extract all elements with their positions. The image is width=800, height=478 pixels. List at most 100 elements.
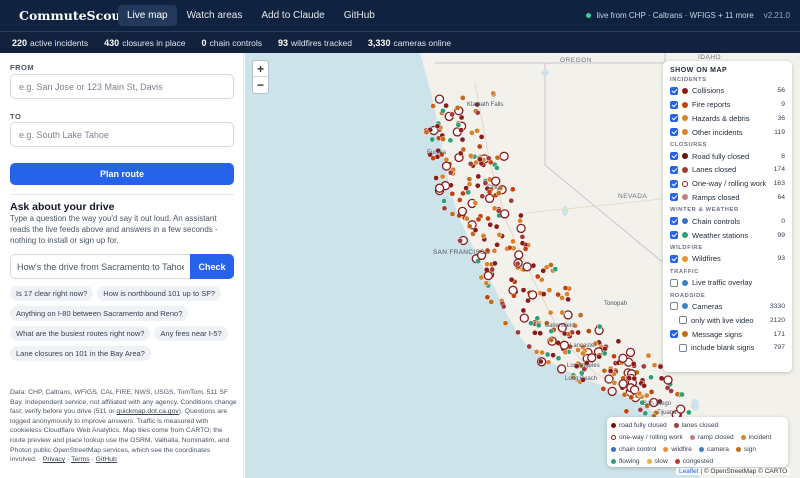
map-marker[interactable] [515, 329, 521, 336]
map-marker[interactable] [509, 186, 516, 193]
layer-checkbox[interactable] [670, 165, 678, 174]
layer-row[interactable]: only with live video 2120 [670, 313, 785, 327]
map-marker[interactable] [423, 129, 430, 136]
map-marker[interactable] [686, 409, 692, 416]
layer-row[interactable]: include blank signs 797 [670, 341, 785, 355]
layer-checkbox[interactable] [670, 179, 678, 188]
map-marker[interactable] [491, 176, 501, 186]
map-marker[interactable] [485, 215, 491, 222]
map-marker[interactable] [518, 212, 524, 219]
map-marker[interactable] [469, 129, 475, 136]
map-marker[interactable] [520, 307, 527, 314]
layer-row[interactable]: Message signs 171 [670, 327, 785, 341]
layer-checkbox[interactable] [670, 217, 678, 226]
map-marker[interactable] [668, 388, 674, 394]
layer-checkbox[interactable] [670, 128, 678, 137]
layer-checkbox[interactable] [670, 152, 678, 161]
map-marker[interactable] [520, 287, 527, 293]
layer-row[interactable]: Road fully closed 8 [670, 149, 785, 163]
map-marker[interactable] [522, 246, 529, 252]
map-marker[interactable] [440, 136, 446, 142]
map-marker[interactable] [580, 350, 586, 357]
map-marker[interactable] [434, 183, 445, 193]
layer-checkbox[interactable] [670, 231, 678, 240]
map-marker[interactable] [548, 328, 555, 335]
map-marker[interactable] [489, 266, 496, 273]
map-marker[interactable] [537, 330, 544, 337]
suggestion-chip[interactable]: Anything on I-80 between Sacramento and … [10, 306, 189, 321]
map-marker[interactable] [623, 408, 630, 415]
layer-checkbox[interactable] [670, 114, 678, 123]
plan-route-button[interactable]: Plan route [10, 163, 234, 185]
map-marker[interactable] [494, 154, 501, 161]
map-marker[interactable] [532, 329, 538, 336]
map-marker[interactable] [478, 134, 485, 140]
layer-checkbox[interactable] [679, 316, 687, 325]
layer-row[interactable]: Live traffic overlay [670, 276, 785, 290]
map-marker[interactable] [493, 223, 500, 230]
map-marker[interactable] [494, 165, 500, 171]
map-marker[interactable] [473, 159, 479, 166]
map-marker[interactable] [491, 205, 498, 212]
map-marker[interactable] [455, 122, 462, 128]
map-marker[interactable] [475, 173, 482, 180]
map-marker[interactable] [538, 276, 545, 283]
map-marker[interactable] [430, 155, 436, 162]
map-marker[interactable] [534, 315, 541, 322]
map-marker[interactable] [539, 349, 545, 356]
map-marker[interactable] [433, 175, 439, 181]
map-marker[interactable] [548, 337, 555, 343]
map-marker[interactable] [525, 297, 531, 304]
layer-row[interactable]: Ramps closed 64 [670, 191, 785, 205]
map-marker[interactable] [562, 349, 569, 356]
nav-github[interactable]: GitHub [335, 5, 384, 26]
map-marker[interactable] [607, 368, 614, 374]
map-marker[interactable] [611, 380, 618, 386]
check-button[interactable]: Check [190, 254, 234, 279]
map-marker[interactable] [508, 197, 515, 204]
map-marker[interactable] [460, 190, 466, 197]
map-marker[interactable] [556, 364, 567, 374]
map-marker[interactable] [615, 338, 622, 345]
map-marker[interactable] [587, 353, 597, 363]
map-marker[interactable] [457, 237, 463, 244]
map-marker[interactable] [464, 215, 470, 222]
map-marker[interactable] [499, 151, 509, 161]
map-marker[interactable] [640, 363, 647, 370]
map-marker[interactable] [441, 205, 448, 212]
map-marker[interactable] [648, 389, 655, 395]
layer-row[interactable]: Chain controls 0 [670, 214, 785, 228]
map-marker[interactable] [490, 90, 497, 97]
layer-checkbox[interactable] [670, 302, 678, 311]
zoom-out-button[interactable]: − [253, 77, 268, 93]
nav-add-to-claude[interactable]: Add to Claude [252, 5, 333, 26]
layer-row[interactable]: Lanes closed 174 [670, 163, 785, 177]
map-marker[interactable] [663, 375, 673, 385]
map-marker[interactable] [565, 296, 571, 303]
map-marker[interactable] [483, 280, 490, 287]
map-marker[interactable] [429, 136, 436, 143]
map-marker[interactable] [454, 104, 461, 111]
layer-checkbox[interactable] [670, 278, 678, 287]
map-marker[interactable] [488, 299, 495, 305]
map-marker[interactable] [601, 350, 608, 357]
github-link[interactable]: GitHub [96, 456, 117, 463]
map-marker[interactable] [626, 375, 633, 382]
map-marker[interactable] [459, 136, 466, 143]
map-marker[interactable] [596, 353, 603, 360]
suggestion-chip[interactable]: Lane closures on 101 in the Bay Area? [10, 346, 151, 361]
map-marker[interactable] [611, 353, 617, 360]
map-marker[interactable] [466, 176, 473, 183]
map-marker[interactable] [495, 190, 502, 197]
terms-link[interactable]: Terms [71, 456, 90, 463]
map-marker[interactable] [545, 359, 552, 366]
zoom-in-button[interactable]: + [253, 61, 268, 77]
map-marker[interactable] [475, 216, 482, 223]
map-marker[interactable] [562, 285, 569, 291]
map-marker[interactable] [544, 351, 551, 358]
map-marker[interactable] [600, 386, 607, 392]
map-marker[interactable] [484, 294, 491, 301]
map-marker[interactable] [555, 291, 561, 298]
map-marker[interactable] [519, 233, 526, 240]
map-marker[interactable] [540, 267, 547, 274]
